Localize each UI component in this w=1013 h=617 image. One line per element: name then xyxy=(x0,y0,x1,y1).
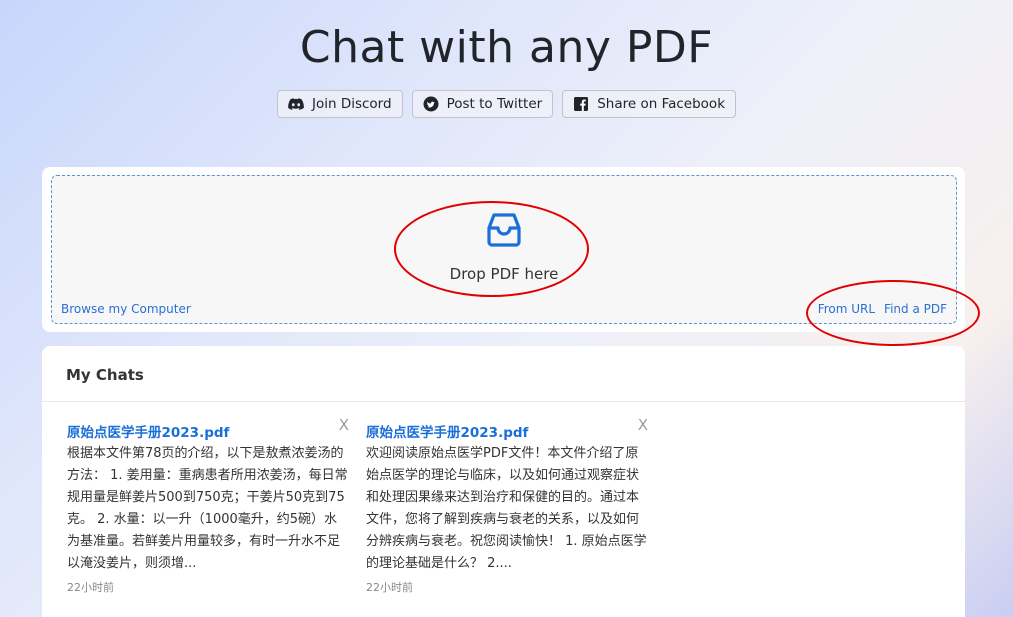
page-title: Chat with any PDF xyxy=(299,22,714,73)
from-url-link[interactable]: From URL xyxy=(818,302,875,316)
my-chats-heading: My Chats xyxy=(42,346,965,402)
share-on-facebook-label: Share on Facebook xyxy=(597,96,726,112)
my-chats-panel: My Chats 原始点医学手册2023.pdf X 根据本文件第78页的介绍，… xyxy=(42,346,965,617)
inbox-icon xyxy=(487,213,521,247)
join-discord-button[interactable]: Join Discord xyxy=(276,90,403,118)
chat-timestamp: 22小时前 xyxy=(366,581,413,594)
chat-description: 根据本文件第78页的介绍，以下是敖煮浓姜汤的方法： 1. 姜用量：重病患者所用浓… xyxy=(67,446,348,571)
upload-panel: Drop PDF here Browse my Computer From UR… xyxy=(42,167,965,332)
chat-title[interactable]: 原始点医学手册2023.pdf xyxy=(67,421,349,441)
chat-title[interactable]: 原始点医学手册2023.pdf xyxy=(366,421,648,441)
browse-computer-link[interactable]: Browse my Computer xyxy=(61,302,191,316)
share-buttons: Join Discord Post to Twitter Share on Fa… xyxy=(0,90,1013,118)
find-pdf-link[interactable]: Find a PDF xyxy=(884,302,947,316)
twitter-icon xyxy=(423,96,439,112)
close-icon[interactable]: X xyxy=(638,416,648,434)
chat-card[interactable]: 原始点医学手册2023.pdf X 欢迎阅读原始点医学PDF文件！本文件介绍了原… xyxy=(366,416,648,595)
upload-source-links: From URL Find a PDF xyxy=(818,302,947,316)
chat-description: 欢迎阅读原始点医学PDF文件！本文件介绍了原始点医学的理论与临床，以及如何通过观… xyxy=(366,446,647,571)
post-to-twitter-label: Post to Twitter xyxy=(446,96,543,112)
share-on-facebook-button[interactable]: Share on Facebook xyxy=(562,90,737,118)
close-icon[interactable]: X xyxy=(339,416,349,434)
pdf-dropzone[interactable]: Drop PDF here Browse my Computer From UR… xyxy=(51,175,957,324)
drop-pdf-text: Drop PDF here xyxy=(449,265,559,283)
chat-card[interactable]: 原始点医学手册2023.pdf X 根据本文件第78页的介绍，以下是敖煮浓姜汤的… xyxy=(67,416,349,595)
facebook-icon xyxy=(573,96,589,112)
post-to-twitter-button[interactable]: Post to Twitter xyxy=(411,90,554,118)
chat-timestamp: 22小时前 xyxy=(67,581,114,594)
discord-icon xyxy=(288,96,304,112)
join-discord-label: Join Discord xyxy=(311,96,392,112)
